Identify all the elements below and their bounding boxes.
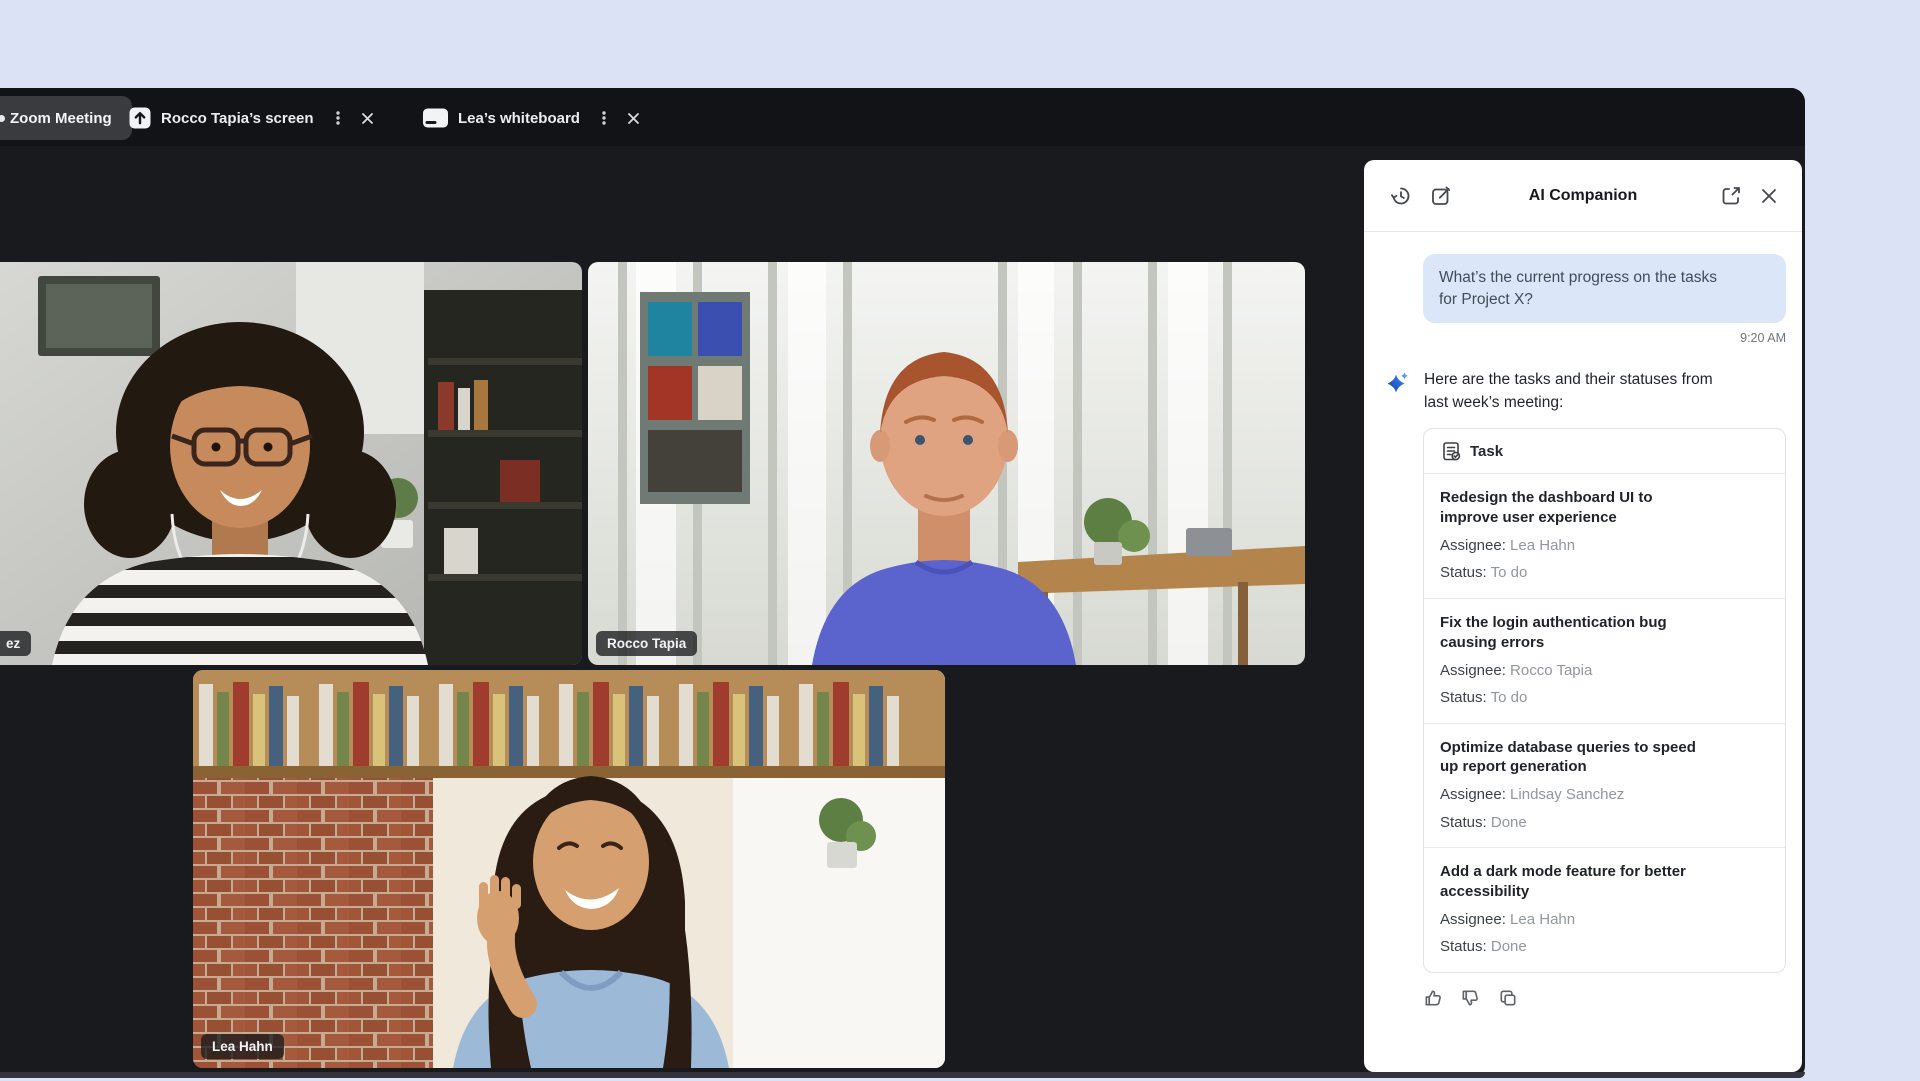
panel-header: AI Companion <box>1364 160 1802 232</box>
task-title: Fix the login authentication bug causing… <box>1440 613 1702 653</box>
task-card-title: Task <box>1470 443 1503 460</box>
task-status: Status: To do <box>1440 563 1769 583</box>
tab-more-icon[interactable] <box>325 105 351 131</box>
new-chat-icon[interactable] <box>1426 181 1456 211</box>
whiteboard-icon <box>422 107 449 129</box>
ai-companion-sparkle-icon <box>1384 369 1411 414</box>
user-message-text: What’s the current progress on the tasks… <box>1439 267 1734 310</box>
tab-label: Rocco Tapia’s screen <box>161 110 314 127</box>
tab-label: Zoom Meeting <box>10 110 112 127</box>
task-title: Add a dark mode feature for better acces… <box>1440 862 1702 902</box>
tab-lea-whiteboard[interactable]: Lea’s whiteboard <box>422 96 647 140</box>
video-tile-lea[interactable]: Lea Hahn <box>193 670 945 1068</box>
task-item: Optimize database queries to speed up re… <box>1424 724 1785 849</box>
video-tile-lindsay[interactable]: ez <box>0 262 582 665</box>
screen: Zoom Meeting Rocco Tapia’s screen Lea’ <box>0 0 1920 1081</box>
task-card-header: Task <box>1424 429 1785 474</box>
task-item: Add a dark mode feature for better acces… <box>1424 848 1785 972</box>
video-feed <box>193 670 945 1068</box>
task-assignee: Assignee: Lea Hahn <box>1440 536 1769 556</box>
task-card: Task Redesign the dashboard UI to improv… <box>1423 428 1786 972</box>
tab-close-icon[interactable] <box>621 105 647 131</box>
task-status: Status: Done <box>1440 813 1769 833</box>
close-panel-icon[interactable] <box>1754 181 1784 211</box>
meeting-indicator-icon <box>0 115 5 122</box>
thumbs-down-icon[interactable] <box>1460 987 1482 1009</box>
video-tile-rocco[interactable]: Rocco Tapia <box>588 262 1305 665</box>
task-assignee: Assignee: Lindsay Sanchez <box>1440 785 1769 805</box>
video-feed <box>0 262 582 665</box>
task-list-icon <box>1440 440 1462 462</box>
task-item: Fix the login authentication bug causing… <box>1424 599 1785 724</box>
task-item: Redesign the dashboard UI to improve use… <box>1424 474 1785 599</box>
task-title: Optimize database queries to speed up re… <box>1440 738 1702 778</box>
message-timestamp: 9:20 AM <box>1384 331 1786 345</box>
chat-thread: What’s the current progress on the tasks… <box>1364 232 1802 1009</box>
task-title: Redesign the dashboard UI to improve use… <box>1440 488 1702 528</box>
ai-message: Here are the tasks and their statuses fr… <box>1384 369 1786 414</box>
tab-close-icon[interactable] <box>355 105 381 131</box>
participant-name-tag: Rocco Tapia <box>596 631 697 656</box>
task-assignee: Assignee: Rocco Tapia <box>1440 661 1769 681</box>
participant-name-tag: ez <box>0 631 31 656</box>
history-icon[interactable] <box>1386 181 1416 211</box>
message-feedback <box>1423 987 1786 1009</box>
window-edge <box>0 1072 1805 1078</box>
task-status: Status: To do <box>1440 688 1769 708</box>
tab-bar: Zoom Meeting Rocco Tapia’s screen Lea’ <box>0 88 1805 146</box>
ai-message-text: Here are the tasks and their statuses fr… <box>1424 369 1732 414</box>
video-feed <box>588 262 1305 665</box>
copy-icon[interactable] <box>1497 987 1519 1009</box>
tab-zoom-meeting[interactable]: Zoom Meeting <box>0 96 132 140</box>
ai-companion-panel: AI Companion What’s the current progress <box>1364 160 1802 1072</box>
tab-label: Lea’s whiteboard <box>458 110 580 127</box>
participant-name-tag: Lea Hahn <box>201 1034 284 1059</box>
tab-more-icon[interactable] <box>591 105 617 131</box>
screen-share-icon <box>128 106 152 130</box>
tab-rocco-screen[interactable]: Rocco Tapia’s screen <box>128 96 381 140</box>
thumbs-up-icon[interactable] <box>1423 987 1445 1009</box>
task-assignee: Assignee: Lea Hahn <box>1440 910 1769 930</box>
user-message-bubble: What’s the current progress on the tasks… <box>1423 254 1786 323</box>
task-status: Status: Done <box>1440 937 1769 957</box>
pop-out-icon[interactable] <box>1716 181 1746 211</box>
